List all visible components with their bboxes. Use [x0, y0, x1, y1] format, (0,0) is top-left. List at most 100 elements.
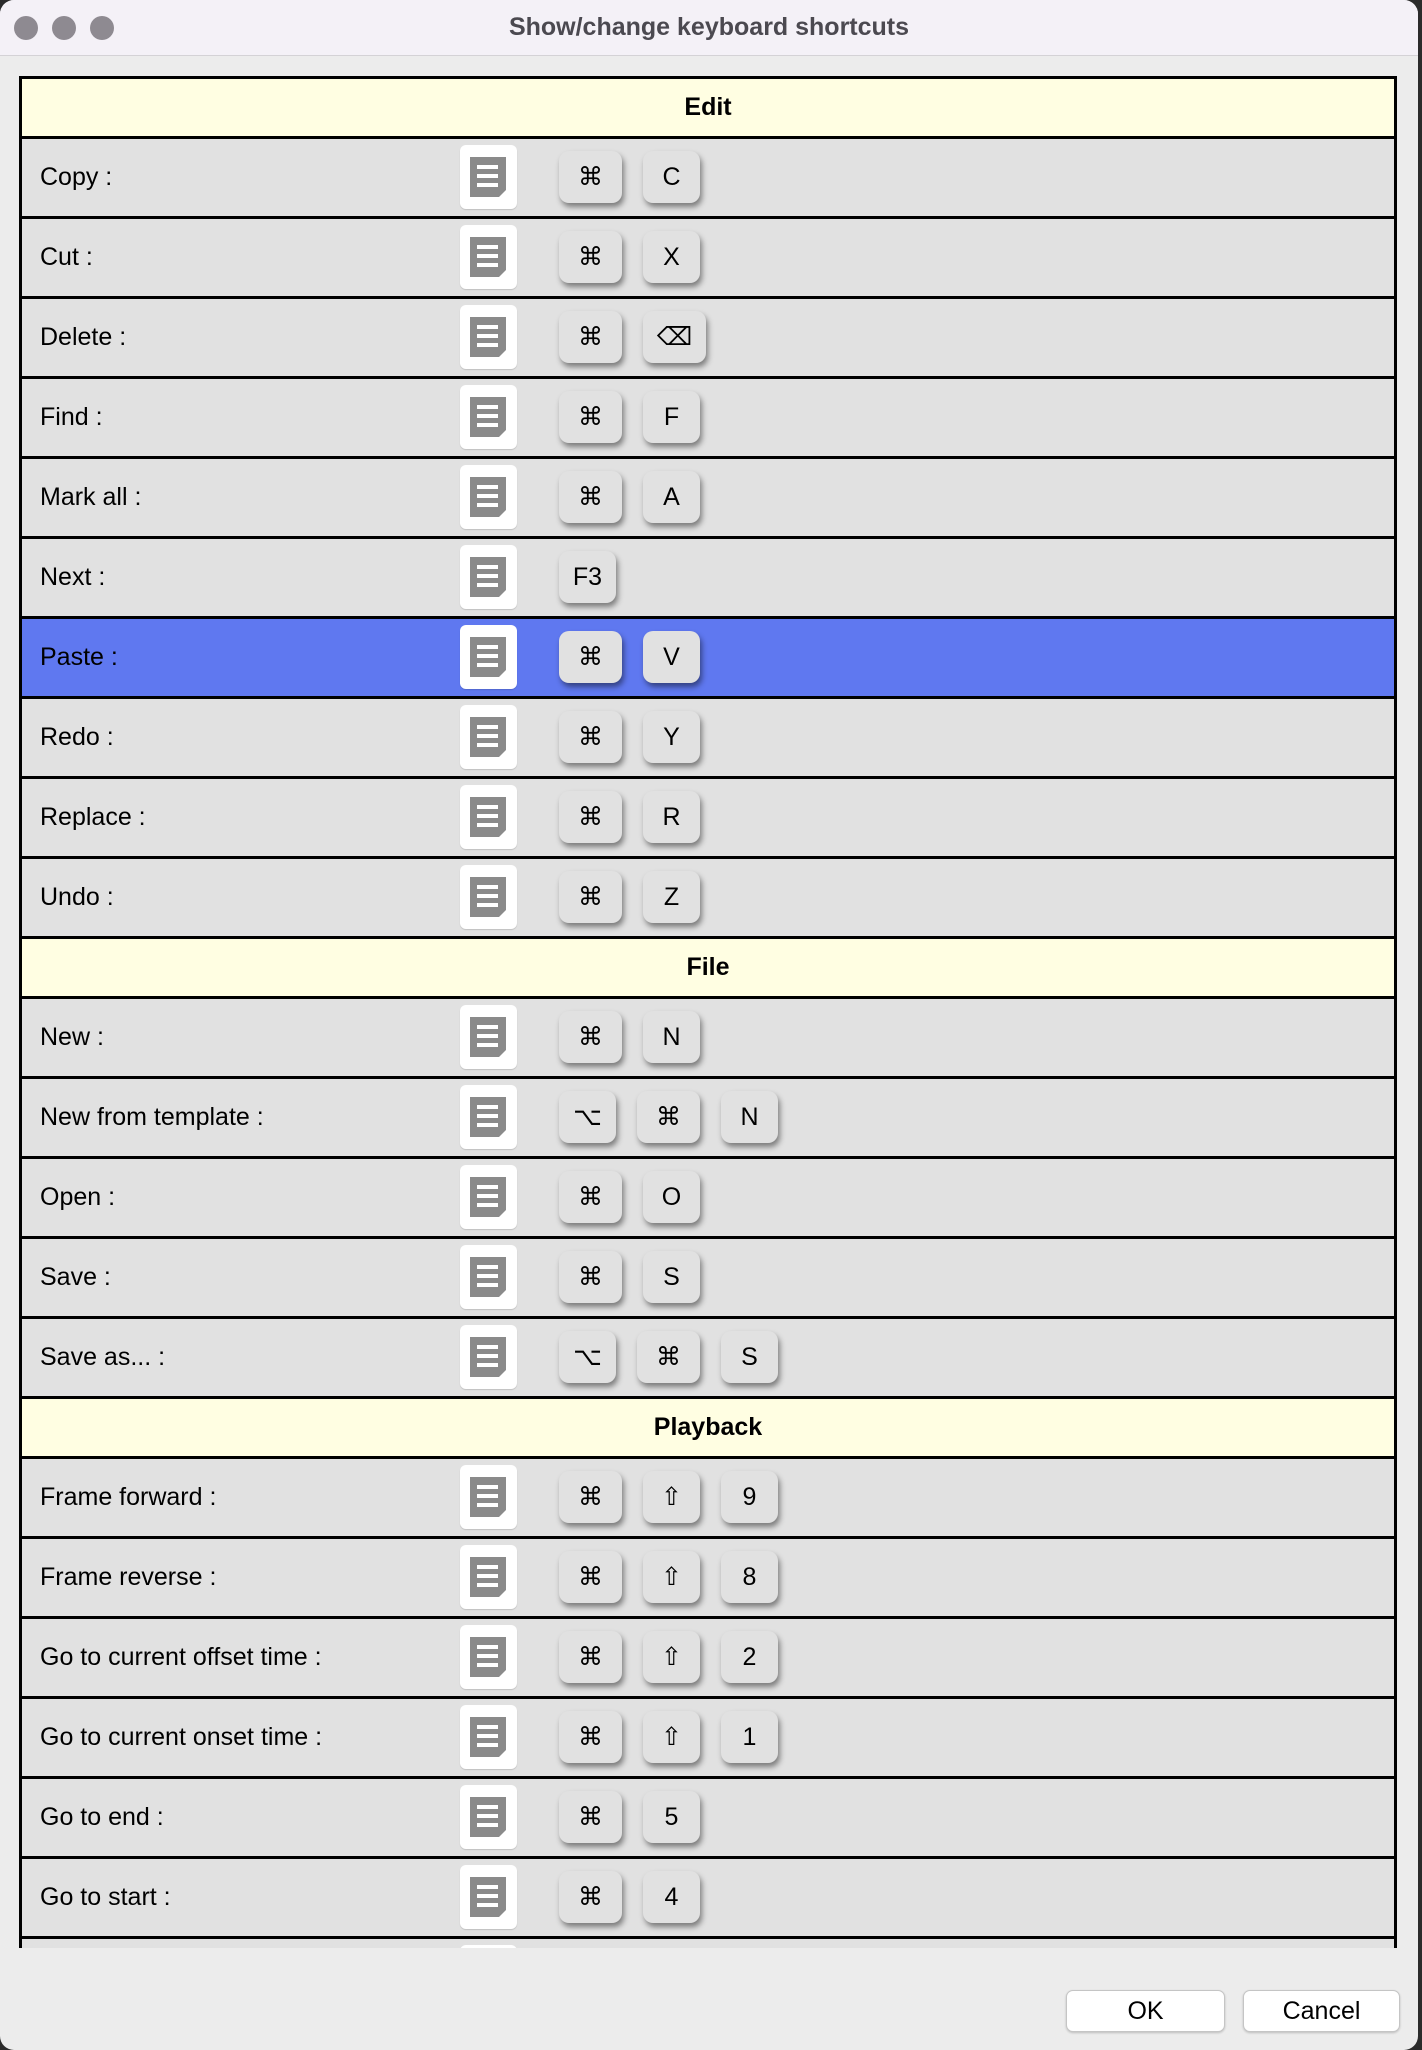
- edit-shortcut-button[interactable]: [460, 1625, 517, 1689]
- shortcut-row[interactable]: Undo : ⌘ Z: [22, 859, 1394, 939]
- shortcut-row[interactable]: Find : ⌘ F: [22, 379, 1394, 459]
- cancel-button[interactable]: Cancel: [1243, 1990, 1400, 2032]
- shortcut-row[interactable]: Replace : ⌘ R: [22, 779, 1394, 859]
- edit-shortcut-button[interactable]: [460, 1085, 517, 1149]
- shortcut-row[interactable]: Save as... : ⌥ ⌘ S: [22, 1319, 1394, 1399]
- shortcut-label: Frame reverse :: [40, 1563, 217, 1591]
- edit-shortcut-button[interactable]: [460, 1245, 517, 1309]
- edit-shortcut-button[interactable]: [460, 1165, 517, 1229]
- edit-shortcut-button[interactable]: [460, 1785, 517, 1849]
- document-icon: [470, 1637, 506, 1677]
- shortcut-label: Next :: [40, 563, 106, 591]
- key-combination: ⌥ ⌘ N: [559, 1091, 778, 1143]
- edit-shortcut-button[interactable]: [460, 1945, 517, 1948]
- edit-shortcut-button[interactable]: [460, 1465, 517, 1529]
- document-icon: [470, 317, 506, 357]
- edit-shortcut-button[interactable]: [460, 1865, 517, 1929]
- edit-shortcut-button[interactable]: [460, 625, 517, 689]
- shortcut-label: Mark all :: [40, 483, 142, 511]
- shortcut-row[interactable]: Frame forward : ⌘ ⇧ 9: [22, 1459, 1394, 1539]
- ok-button[interactable]: OK: [1066, 1990, 1225, 2032]
- key-combination: ⌥ ⌘ S: [559, 1331, 778, 1383]
- edit-shortcut-button[interactable]: [460, 865, 517, 929]
- key-cap: 8: [721, 1551, 778, 1603]
- edit-shortcut-button[interactable]: [460, 385, 517, 449]
- shortcut-row[interactable]: Next : F3: [22, 539, 1394, 619]
- edit-shortcut-button[interactable]: [460, 1545, 517, 1609]
- document-icon: [470, 1257, 506, 1297]
- key-cap: ⌘: [559, 311, 622, 363]
- key-cap: ⌘: [559, 1011, 622, 1063]
- edit-shortcut-button[interactable]: [460, 1005, 517, 1069]
- key-cap: S: [643, 1251, 700, 1303]
- shortcut-label: Go to end :: [40, 1803, 164, 1831]
- shortcut-label: Save :: [40, 1263, 111, 1291]
- shortcut-row[interactable]: Redo : ⌘ Y: [22, 699, 1394, 779]
- key-cap: F: [643, 391, 700, 443]
- edit-shortcut-button[interactable]: [460, 305, 517, 369]
- edit-shortcut-button[interactable]: [460, 465, 517, 529]
- shortcut-row[interactable]: Copy : ⌘ C: [22, 139, 1394, 219]
- shortcuts-dialog: Show/change keyboard shortcuts Edit Copy …: [0, 0, 1418, 2050]
- document-icon: [470, 1177, 506, 1217]
- section-header-edit: Edit: [22, 79, 1394, 139]
- key-cap: ⌘: [559, 871, 622, 923]
- key-cap: ⌘: [559, 1631, 622, 1683]
- key-cap: N: [643, 1011, 700, 1063]
- key-cap: ⇧: [643, 1711, 700, 1763]
- edit-shortcut-button[interactable]: [460, 1325, 517, 1389]
- key-cap: ⌫: [643, 311, 706, 363]
- key-cap: X: [643, 231, 700, 283]
- key-cap: ⌘: [637, 1091, 700, 1143]
- shortcut-row[interactable]: Mark all : ⌘ A: [22, 459, 1394, 539]
- shortcut-row[interactable]: Paste : ⌘ V: [22, 619, 1394, 699]
- edit-shortcut-button[interactable]: [460, 785, 517, 849]
- key-combination: ⌘ Z: [559, 871, 700, 923]
- shortcut-row[interactable]: [22, 1939, 1394, 1948]
- key-combination: ⌘ S: [559, 1251, 700, 1303]
- key-combination: ⌘ N: [559, 1011, 700, 1063]
- section-header-file: File: [22, 939, 1394, 999]
- shortcut-row[interactable]: Go to current offset time : ⌘ ⇧ 2: [22, 1619, 1394, 1699]
- shortcut-row[interactable]: Delete : ⌘ ⌫: [22, 299, 1394, 379]
- key-cap: 4: [643, 1871, 700, 1923]
- key-cap: ⌘: [559, 391, 622, 443]
- edit-shortcut-button[interactable]: [460, 545, 517, 609]
- key-combination: ⌘ ⇧ 1: [559, 1711, 778, 1763]
- edit-shortcut-button[interactable]: [460, 225, 517, 289]
- shortcut-row[interactable]: Go to start : ⌘ 4: [22, 1859, 1394, 1939]
- shortcut-row[interactable]: New : ⌘ N: [22, 999, 1394, 1079]
- key-combination: ⌘ V: [559, 631, 700, 683]
- document-icon: [470, 1337, 506, 1377]
- edit-shortcut-button[interactable]: [460, 145, 517, 209]
- key-cap: 9: [721, 1471, 778, 1523]
- key-cap: C: [643, 151, 700, 203]
- shortcut-label: Save as... :: [40, 1343, 166, 1371]
- key-cap: ⌘: [559, 151, 622, 203]
- key-combination: ⌘ O: [559, 1171, 700, 1223]
- edit-shortcut-button[interactable]: [460, 705, 517, 769]
- shortcut-row[interactable]: Save : ⌘ S: [22, 1239, 1394, 1319]
- shortcut-row[interactable]: Go to current onset time : ⌘ ⇧ 1: [22, 1699, 1394, 1779]
- key-cap: ⌘: [559, 711, 622, 763]
- key-combination: ⌘ Y: [559, 711, 700, 763]
- shortcut-label: New from template :: [40, 1103, 264, 1131]
- shortcut-row[interactable]: Open : ⌘ O: [22, 1159, 1394, 1239]
- shortcut-label: Undo :: [40, 883, 114, 911]
- document-icon: [470, 237, 506, 277]
- key-cap: ⇧: [643, 1471, 700, 1523]
- shortcut-row[interactable]: Cut : ⌘ X: [22, 219, 1394, 299]
- key-cap: V: [643, 631, 700, 683]
- key-cap: 1: [721, 1711, 778, 1763]
- key-cap: ⌘: [637, 1331, 700, 1383]
- document-icon: [470, 1017, 506, 1057]
- key-cap: R: [643, 791, 700, 843]
- shortcut-row[interactable]: Frame reverse : ⌘ ⇧ 8: [22, 1539, 1394, 1619]
- key-cap: 5: [643, 1791, 700, 1843]
- shortcut-row[interactable]: Go to end : ⌘ 5: [22, 1779, 1394, 1859]
- key-cap: F3: [559, 551, 616, 603]
- edit-shortcut-button[interactable]: [460, 1705, 517, 1769]
- shortcut-list[interactable]: Edit Copy : ⌘ C Cut : ⌘ X Delete : ⌘ ⌫ Find : ⌘ F Mar…: [19, 76, 1397, 1948]
- shortcut-row[interactable]: New from template : ⌥ ⌘ N: [22, 1079, 1394, 1159]
- document-icon: [470, 1097, 506, 1137]
